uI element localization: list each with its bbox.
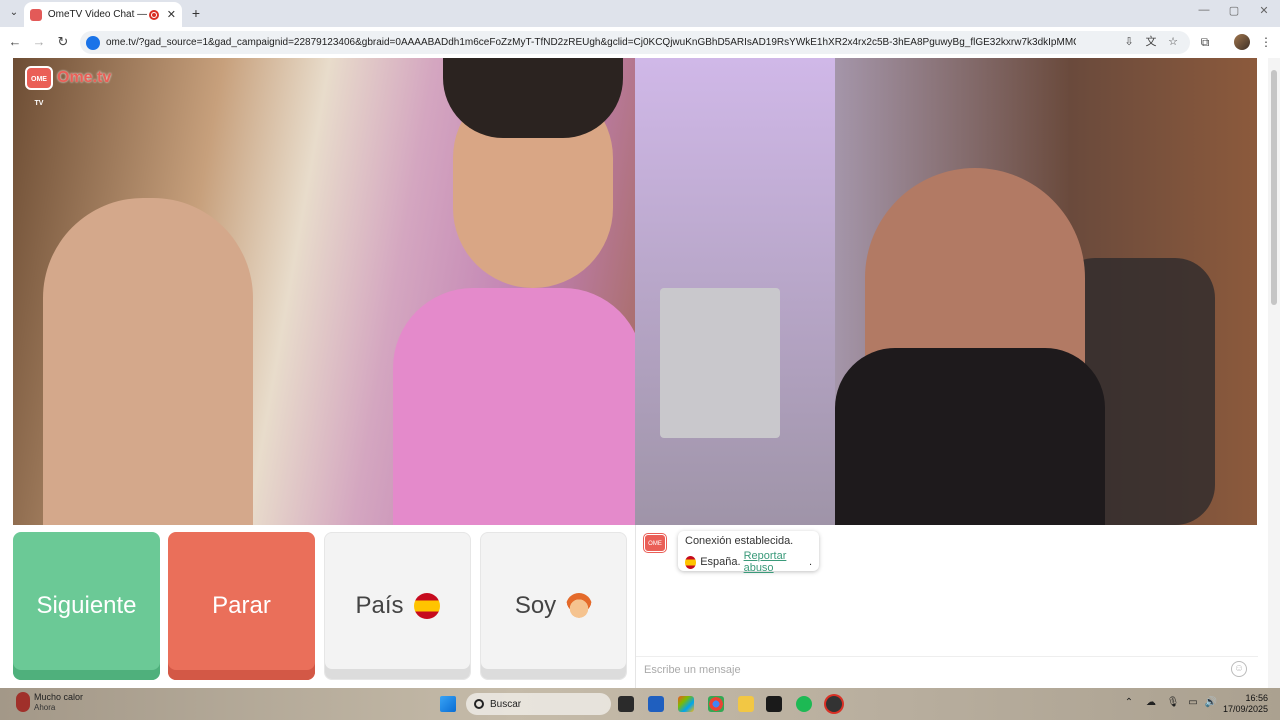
- minimize-icon[interactable]: —: [1194, 4, 1214, 16]
- country-button-label: País: [355, 592, 404, 619]
- video-person-shirt: [393, 288, 635, 525]
- url-text: ome.tv/?gad_source=1&gad_campaignid=2287…: [106, 37, 1076, 48]
- remote-video: [635, 58, 1257, 525]
- translate-icon[interactable]: 文: [1144, 35, 1158, 49]
- tab-title: OmeTV Video Chat — Omegle: [47, 9, 147, 20]
- install-app-icon[interactable]: ⇩: [1122, 35, 1136, 49]
- browser-toolbar: ← → ↻ ome.tv/?gad_source=1&gad_campaigni…: [0, 27, 1280, 58]
- gender-button[interactable]: Soy: [480, 532, 627, 680]
- boy-emoji-icon: [566, 593, 593, 619]
- taskbar-search[interactable]: Buscar: [466, 693, 611, 715]
- taskbar-search-label: Buscar: [490, 698, 522, 710]
- forward-icon[interactable]: →: [30, 33, 48, 51]
- message-input[interactable]: Escribe un mensaje: [636, 656, 1258, 682]
- favicon-icon: [30, 8, 42, 21]
- next-button-label: Siguiente: [36, 592, 137, 619]
- chrome-icon[interactable]: [708, 696, 724, 712]
- browser-tab[interactable]: OmeTV Video Chat — Omegle ✕: [24, 2, 182, 27]
- close-tab-icon[interactable]: ✕: [167, 8, 176, 21]
- browser-tab-bar: ⌄ OmeTV Video Chat — Omegle ✕ + — ▢ ✕: [0, 0, 1280, 27]
- page: OME TV Ome.tv Siguiente Parar País Soy O…: [0, 58, 1280, 688]
- maximize-icon[interactable]: ▢: [1224, 4, 1244, 17]
- back-icon[interactable]: ←: [6, 33, 24, 51]
- next-button[interactable]: Siguiente: [13, 532, 160, 680]
- spain-flag-icon: [413, 593, 440, 619]
- extensions-icon[interactable]: ⧉: [1197, 34, 1213, 50]
- clock-time: 16:56: [1245, 693, 1268, 703]
- store-icon[interactable]: [648, 696, 664, 712]
- file-explorer-icon[interactable]: [738, 696, 754, 712]
- ometv-logo-icon: OME TV: [25, 66, 53, 107]
- site-info-icon[interactable]: [86, 35, 100, 50]
- profile-avatar[interactable]: [1234, 34, 1250, 50]
- cloud-icon[interactable]: ☁: [1144, 697, 1158, 708]
- system-message: Conexión establecida. España. Reportar a…: [678, 531, 819, 574]
- stop-button[interactable]: Parar: [168, 532, 315, 680]
- gender-button-label: Soy: [514, 592, 557, 619]
- clock-date: 17/09/2025: [1222, 704, 1268, 714]
- video-person-shirt-right: [835, 348, 1105, 525]
- obs-icon[interactable]: [826, 696, 842, 712]
- monitor-icon[interactable]: ▭: [1186, 697, 1200, 708]
- spotify-icon[interactable]: [796, 696, 812, 712]
- address-bar[interactable]: ome.tv/?gad_source=1&gad_campaignid=2287…: [80, 31, 1190, 54]
- windows-start-icon[interactable]: [440, 696, 456, 712]
- weather-widget[interactable]: Mucho calor Ahora: [16, 692, 83, 712]
- weather-sub: Ahora: [34, 703, 56, 712]
- partner-country-name: España.: [700, 556, 741, 568]
- weather-title: Mucho calor: [34, 692, 84, 702]
- recording-icon: [148, 9, 159, 20]
- video-person-hair: [443, 58, 623, 138]
- tray-chevron-icon[interactable]: ⌃: [1122, 697, 1136, 708]
- mic-icon[interactable]: 🎙: [1166, 697, 1180, 708]
- chat-panel: OME TV Conexión establecida. España. Rep…: [635, 525, 1258, 688]
- spain-flag-small-icon: [685, 555, 697, 569]
- chat-ometv-icon: OME TV: [644, 534, 666, 565]
- task-view-icon[interactable]: [618, 696, 634, 712]
- partner-country: España. Reportar abuso .: [685, 550, 812, 574]
- video-plaque: [660, 288, 780, 438]
- connection-status: Conexión establecida.: [685, 535, 794, 547]
- close-window-icon[interactable]: ✕: [1254, 4, 1274, 17]
- search-icon: [474, 699, 484, 709]
- new-tab-icon[interactable]: +: [188, 5, 204, 21]
- menu-kebab-icon[interactable]: ⋮: [1258, 34, 1274, 50]
- widgets-icon[interactable]: [678, 696, 694, 712]
- report-abuse-link[interactable]: Reportar abuso: [744, 550, 809, 574]
- reload-icon[interactable]: ↻: [54, 33, 72, 51]
- taskbar-clock[interactable]: 16:56 17/09/2025: [1222, 693, 1268, 715]
- tab-search-icon[interactable]: ⌄: [6, 5, 22, 21]
- stop-button-label: Parar: [212, 592, 271, 619]
- volume-icon[interactable]: 🔊: [1204, 697, 1218, 708]
- emoji-icon[interactable]: ☺: [1231, 661, 1247, 677]
- epic-games-icon[interactable]: [766, 696, 782, 712]
- bookmark-star-icon[interactable]: ☆: [1166, 35, 1180, 49]
- report-suffix: .: [808, 556, 812, 568]
- thermometer-icon: [16, 692, 30, 712]
- windows-taskbar: Mucho calor Ahora Buscar ⌃ ☁ 🎙 ▭ 🔊 16:56…: [0, 688, 1280, 720]
- ometv-logo-text: Ome.tv: [57, 69, 112, 86]
- video-person-left: [43, 198, 253, 525]
- local-video: OME TV Ome.tv: [13, 58, 635, 525]
- page-scrollbar[interactable]: [1268, 58, 1280, 688]
- country-button[interactable]: País: [324, 532, 471, 680]
- scroll-thumb[interactable]: [1271, 70, 1277, 305]
- ometv-logo: OME TV Ome.tv: [25, 66, 112, 107]
